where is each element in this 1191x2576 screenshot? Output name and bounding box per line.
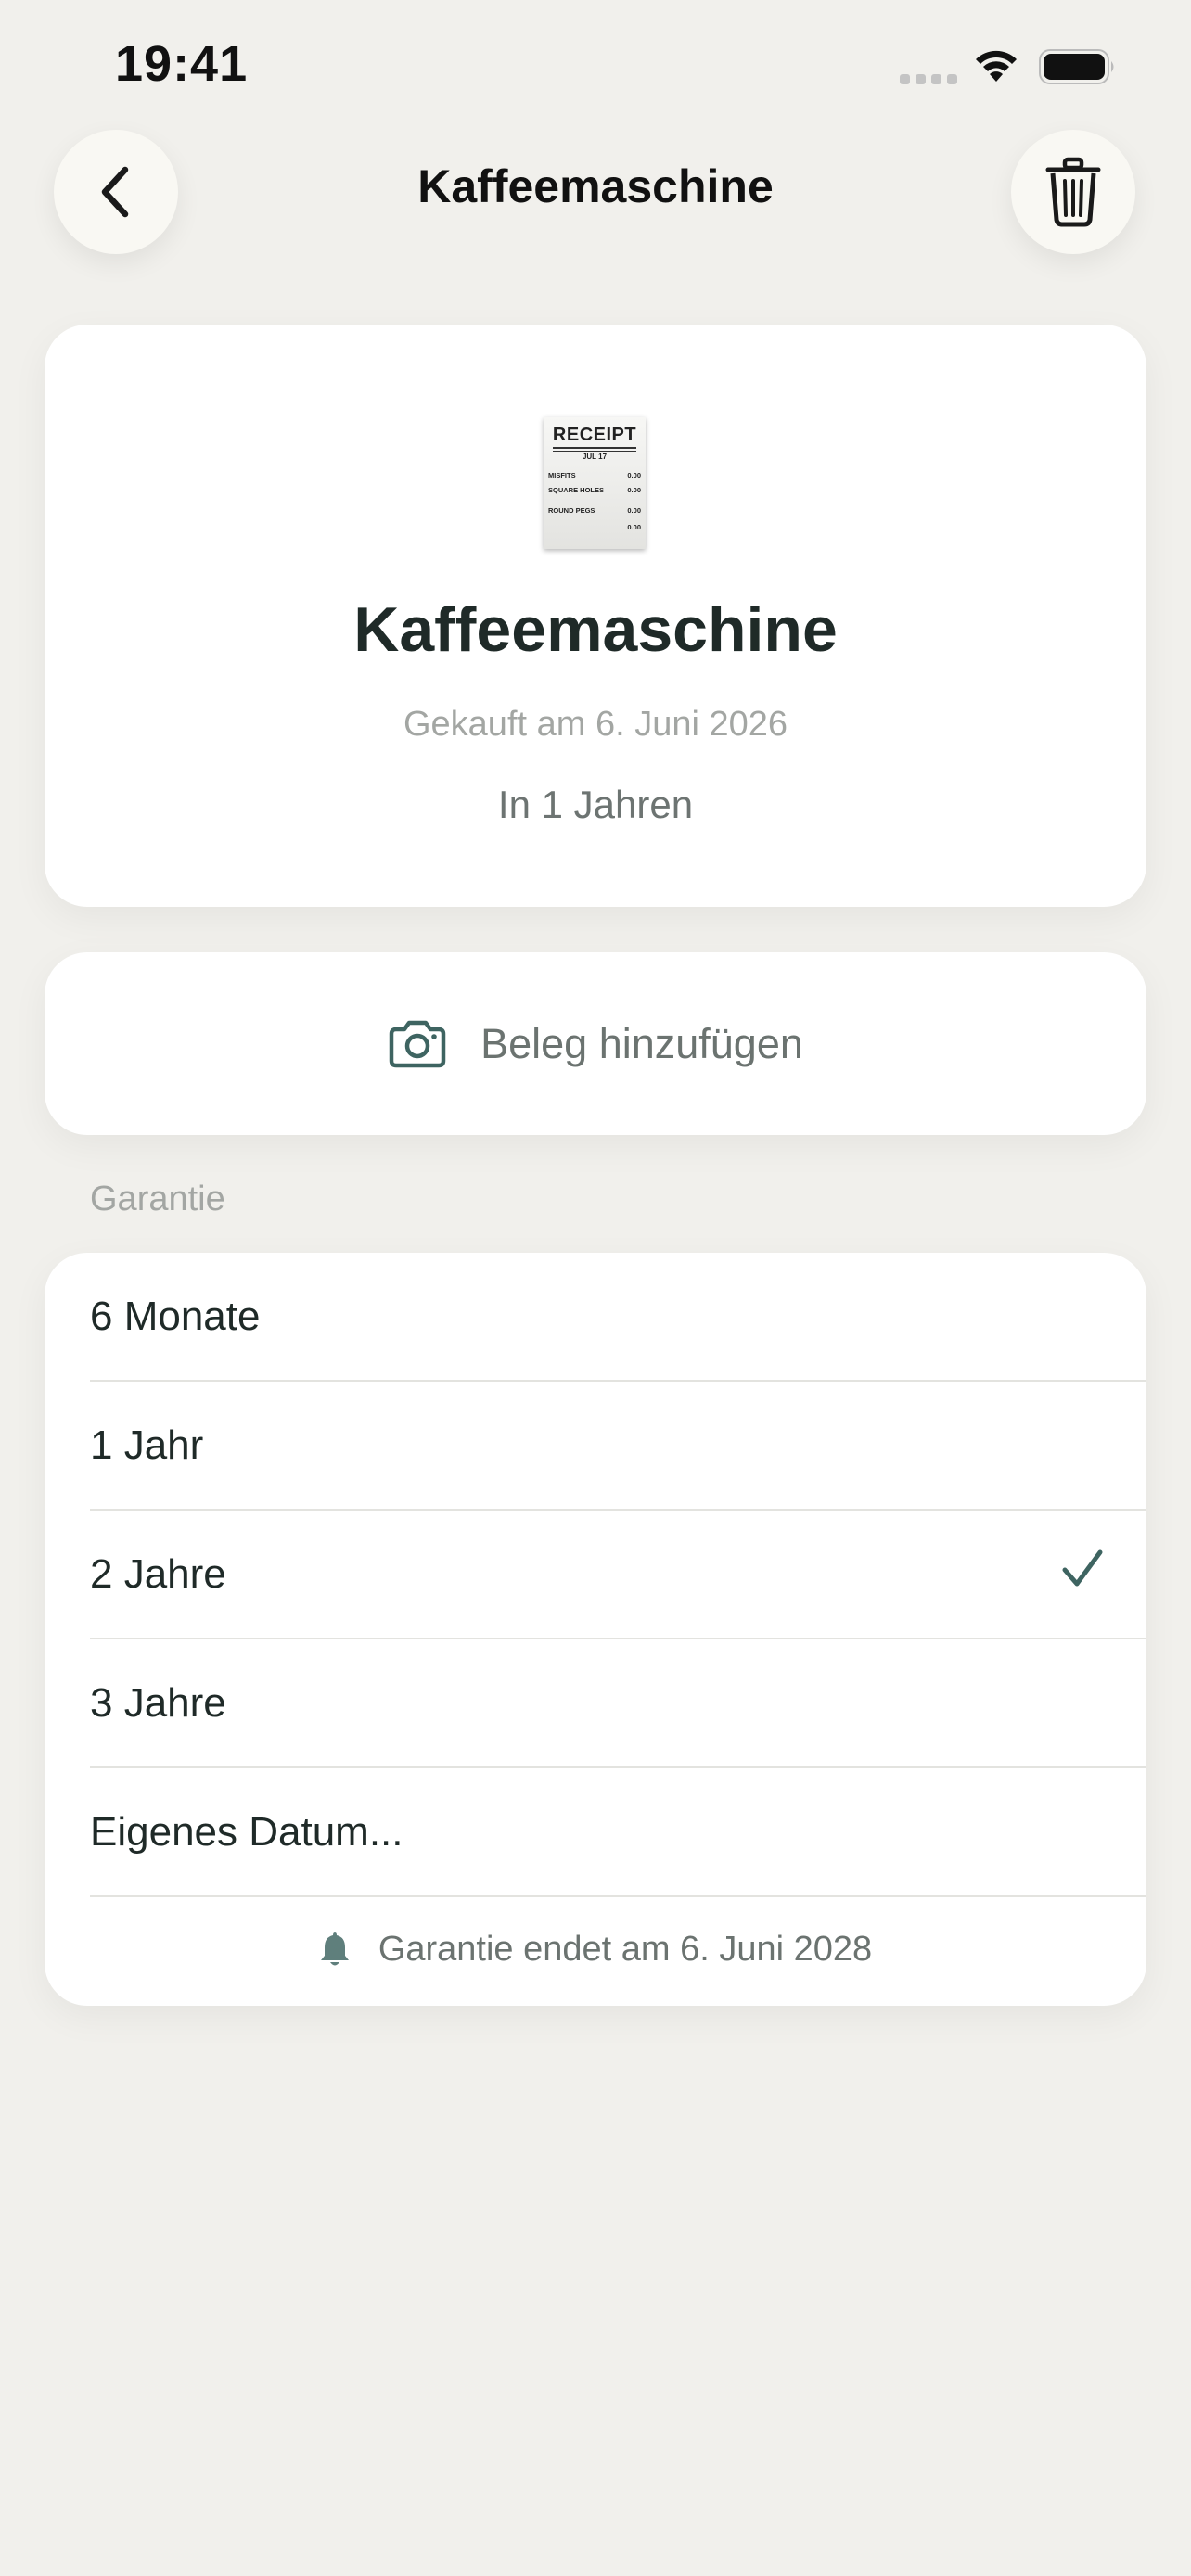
warranty-end-notice: Garantie endet am 6. Juni 2028 <box>45 1917 1146 1982</box>
warranty-option-custom-date[interactable]: Eigenes Datum... <box>90 1768 1146 1897</box>
receipt-line: MISFITS 0.00 <box>548 471 641 479</box>
cellular-signal-icon <box>900 74 957 84</box>
camera-icon <box>389 1020 446 1067</box>
wifi-icon <box>976 50 1017 82</box>
option-label: Eigenes Datum... <box>90 1809 403 1855</box>
warranty-option-3-years[interactable]: 3 Jahre <box>90 1639 1146 1768</box>
warranty-options-card: 6 Monate 1 Jahr 2 Jahre 3 Jahre Eigenes … <box>45 1253 1146 2006</box>
option-label: 1 Jahr <box>90 1422 204 1468</box>
warranty-option-2-years[interactable]: 2 Jahre <box>90 1511 1146 1639</box>
bell-icon <box>320 1932 349 1966</box>
warranty-option-6-months[interactable]: 6 Monate <box>90 1253 1146 1382</box>
add-receipt-button[interactable]: Beleg hinzufügen <box>45 952 1146 1135</box>
trash-icon <box>1045 157 1101 227</box>
receipt-line: ROUND PEGS <box>548 506 596 515</box>
warranty-remaining: In 1 Jahren <box>497 783 694 826</box>
status-time: 19:41 <box>115 36 249 92</box>
receipt-thumbnail[interactable]: RECEIPT JUL 17 MISFITS 0.00 SQUARE HOLES… <box>544 417 646 549</box>
option-label: 2 Jahre <box>90 1551 226 1597</box>
section-label-warranty: Garantie <box>90 1180 225 1218</box>
receipt-title: RECEIPT <box>552 425 637 445</box>
warranty-end-text: Garantie endet am 6. Juni 2028 <box>378 1929 873 1969</box>
battery-icon <box>1039 49 1114 84</box>
add-receipt-label: Beleg hinzufügen <box>480 1019 803 1067</box>
delete-button[interactable] <box>1011 130 1135 254</box>
item-card: RECEIPT JUL 17 MISFITS 0.00 SQUARE HOLES… <box>45 325 1146 907</box>
receipt-line: SQUARE HOLES <box>548 486 605 494</box>
status-bar: 19:41 <box>0 0 1191 130</box>
option-label: 3 Jahre <box>90 1680 226 1726</box>
checkmark-icon <box>1062 1549 1103 1587</box>
warranty-option-1-year[interactable]: 1 Jahr <box>90 1382 1146 1511</box>
receipt-date: JUL 17 <box>582 453 608 461</box>
option-label: 6 Monate <box>90 1294 261 1339</box>
item-name: Kaffeemaschine <box>353 594 838 665</box>
purchase-date: Gekauft am 6. Juni 2026 <box>403 705 788 744</box>
